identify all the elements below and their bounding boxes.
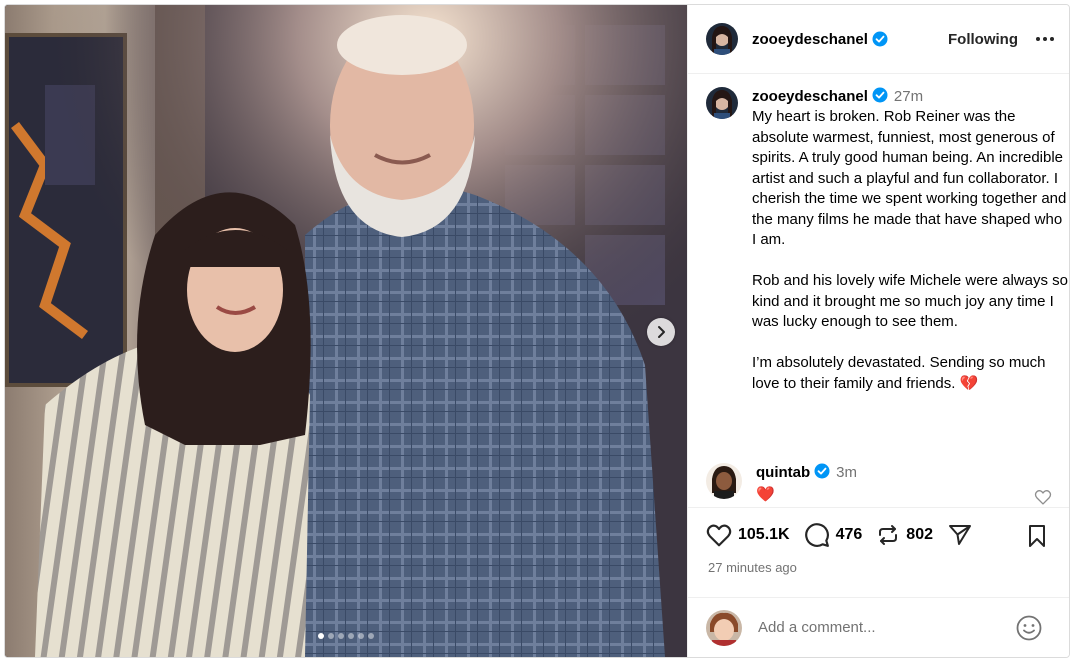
author-avatar[interactable] xyxy=(706,23,738,55)
comment-username[interactable]: quintab xyxy=(756,464,810,481)
reposts-count[interactable]: 802 xyxy=(906,526,933,544)
caption-meta: zooeydeschanel 27m xyxy=(752,87,1068,107)
comments-count[interactable]: 476 xyxy=(836,526,863,544)
comment-text: ❤️ xyxy=(756,486,775,503)
comment-input[interactable] xyxy=(758,619,998,636)
caption-text: My heart is broken. Rob Reiner was the a… xyxy=(752,108,1068,392)
share-button[interactable] xyxy=(947,523,973,547)
comment-meta: quintab 3m xyxy=(756,463,857,483)
comment-bubble-icon xyxy=(804,523,829,547)
add-comment-bar xyxy=(688,597,1069,657)
verified-badge-icon xyxy=(872,31,888,47)
more-options-icon[interactable] xyxy=(1036,37,1054,41)
emoji-picker-icon[interactable] xyxy=(1016,615,1042,641)
verified-badge-icon xyxy=(814,463,830,479)
comment-button[interactable]: 476 xyxy=(804,522,863,548)
verified-badge-icon xyxy=(872,87,888,103)
heart-icon xyxy=(706,524,732,547)
caption-body: zooeydeschanel 27m My heart is broken. Ro… xyxy=(752,87,1068,394)
post-photo[interactable] xyxy=(5,5,687,657)
post-dialog: zooeydeschanel Following zooeydeschanel … xyxy=(4,4,1070,658)
carousel-dot xyxy=(338,633,344,639)
like-button[interactable]: 105.1K xyxy=(706,523,790,547)
carousel-dot xyxy=(368,633,374,639)
profile-photo-avatar xyxy=(706,87,738,119)
viewer-avatar xyxy=(706,609,742,646)
caption-username[interactable]: zooeydeschanel xyxy=(752,88,868,105)
comment-time[interactable]: 3m xyxy=(836,464,857,481)
profile-photo-avatar xyxy=(706,23,738,55)
comments-scroll-area[interactable]: zooeydeschanel 27m My heart is broken. Ro… xyxy=(688,75,1069,505)
carousel-dot xyxy=(358,633,364,639)
carousel-dot xyxy=(328,633,334,639)
caption-author-avatar[interactable] xyxy=(706,87,738,119)
photo-illustration xyxy=(5,5,687,657)
repost-icon xyxy=(879,525,898,545)
comment-body: quintab 3m ❤️ xyxy=(756,463,857,504)
profile-photo-avatar xyxy=(706,609,742,646)
commenter-avatar[interactable] xyxy=(706,463,742,499)
post-timestamp[interactable]: 27 minutes ago xyxy=(708,560,797,575)
likes-count[interactable]: 105.1K xyxy=(738,526,790,544)
carousel-dot xyxy=(318,633,324,639)
repost-button[interactable]: 802 xyxy=(876,523,933,547)
caption-time[interactable]: 27m xyxy=(894,88,923,105)
profile-photo-avatar xyxy=(706,463,742,499)
carousel-next-button[interactable] xyxy=(647,318,675,346)
carousel-dot xyxy=(348,633,354,639)
post-side-panel: zooeydeschanel Following zooeydeschanel … xyxy=(687,5,1069,657)
comment-like-heart-icon[interactable] xyxy=(1034,489,1052,505)
author-username[interactable]: zooeydeschanel xyxy=(752,31,868,48)
post-header: zooeydeschanel Following xyxy=(688,5,1069,74)
comment-item: quintab 3m ❤️ xyxy=(706,463,1056,503)
action-row: 105.1K 476 802 xyxy=(706,522,987,548)
carousel-indicator xyxy=(5,633,687,639)
following-button[interactable]: Following xyxy=(948,31,1018,48)
bookmark-icon[interactable] xyxy=(1026,524,1048,548)
chevron-right-icon xyxy=(658,326,665,338)
paper-plane-icon xyxy=(949,525,971,545)
